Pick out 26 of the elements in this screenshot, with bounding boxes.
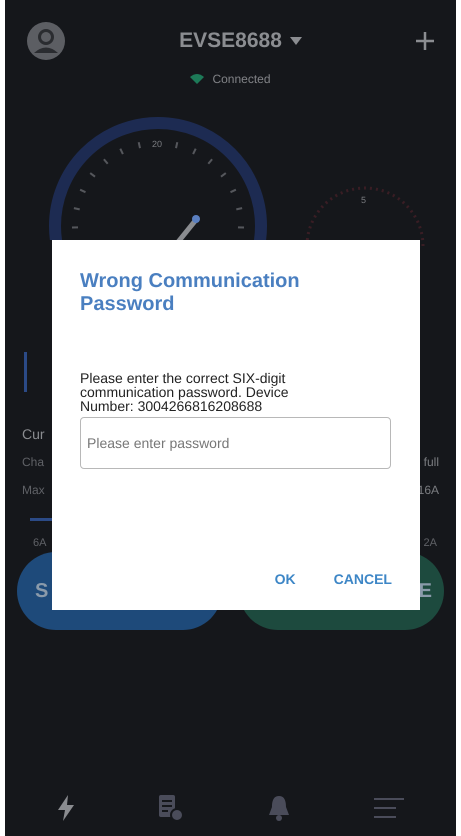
dialog-title: Wrong Communication Password [80, 270, 301, 316]
device-title[interactable]: EVSE8688 [179, 25, 282, 57]
gauge-scale-label: 5 [361, 194, 366, 207]
info-label: Max [22, 482, 45, 499]
avatar-icon[interactable] [27, 22, 65, 60]
wifi-icon [190, 74, 204, 84]
info-value: 16A [418, 482, 439, 499]
caret-icon[interactable] [290, 37, 302, 45]
slider-min-label: 6A [33, 536, 46, 551]
info-value: full [424, 454, 439, 471]
menu-icon[interactable] [374, 797, 404, 819]
info-label: Cha [22, 454, 44, 471]
dialog-message: Please enter the correct SIX-digit communication password. Device Number: 3004266816208688 [80, 371, 290, 413]
dialog-button[interactable]: CANCEL [334, 569, 392, 590]
bell-icon[interactable] [268, 795, 290, 821]
lightning-icon[interactable] [57, 795, 76, 821]
gauge-scale-label: 20 [152, 138, 162, 151]
add-icon[interactable] [416, 32, 434, 50]
slider-max-label: 2A [424, 536, 437, 551]
password-field[interactable]: Please enter password [80, 417, 391, 469]
info-label: Cur [22, 424, 45, 444]
slider-fill[interactable] [30, 518, 52, 521]
dialog-button[interactable]: OK [274, 569, 296, 590]
connection-status: Connected [212, 71, 271, 88]
indicator-bar [24, 352, 27, 392]
document-icon[interactable] [159, 795, 184, 821]
